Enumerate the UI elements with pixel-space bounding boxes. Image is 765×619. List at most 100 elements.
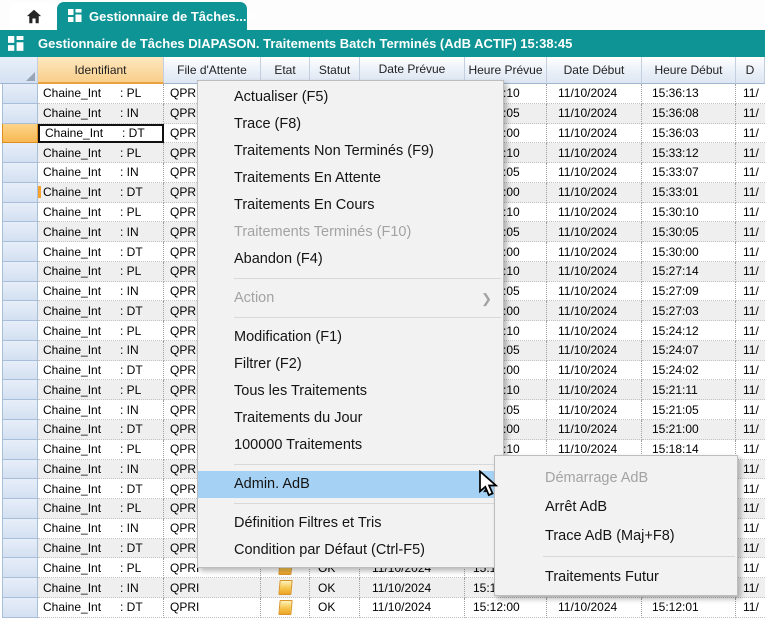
cell-date-fin[interactable]: 11/ <box>736 222 765 242</box>
cell-date-fin[interactable]: 11/ <box>736 440 765 460</box>
row-selector-header[interactable] <box>0 57 38 84</box>
cell-heure-debut[interactable]: 15:27:14 <box>642 262 736 282</box>
cell-identifiant[interactable]: Chaine_Int: DT <box>38 539 164 559</box>
cell-date-debut[interactable]: 11/10/2024 <box>547 361 642 381</box>
menu-item-actualiser-f5[interactable]: Actualiser (F5) <box>198 84 503 111</box>
cell-heure-debut[interactable]: 15:33:12 <box>642 143 736 163</box>
cell-date-fin[interactable]: 11/ <box>736 163 765 183</box>
cell-identifiant[interactable]: Chaine_Int: PL <box>38 321 164 341</box>
cell-identifiant[interactable]: Chaine_Int: PL <box>38 143 164 163</box>
menu-item-traitements-en-cours[interactable]: Traitements En Cours <box>198 192 503 219</box>
row-selector[interactable] <box>2 420 38 440</box>
row-selector[interactable] <box>2 341 38 361</box>
cell-date-debut[interactable]: 11/10/2024 <box>547 262 642 282</box>
menu-item-trace-adb-maj-f8[interactable]: Trace AdB (Maj+F8) <box>495 522 737 551</box>
cell-date-fin[interactable]: 11/ <box>736 539 765 559</box>
cell-date-fin[interactable]: 11/ <box>736 499 765 519</box>
cell-file-attente[interactable]: QPRI <box>164 598 261 618</box>
cell-identifiant[interactable]: Chaine_Int: IN <box>38 400 164 420</box>
cell-identifiant[interactable]: Chaine_Int: PL <box>38 84 164 104</box>
row-selector[interactable] <box>2 203 38 223</box>
cell-heure-debut[interactable]: 15:30:05 <box>642 222 736 242</box>
cell-identifiant[interactable]: Chaine_Int: PL <box>38 203 164 223</box>
close-icon[interactable]: ✕ <box>247 9 257 23</box>
cell-heure-debut[interactable]: 15:21:11 <box>642 380 736 400</box>
cell-date-fin[interactable]: 11/ <box>736 380 765 400</box>
cell-identifiant[interactable]: Chaine_Int: IN <box>38 578 164 598</box>
column-header-heure-d-but[interactable]: Heure Début <box>642 57 736 84</box>
menu-item-traitements-futur[interactable]: Traitements Futur <box>495 563 737 592</box>
cell-date-prevue[interactable]: 11/10/2024 <box>360 578 465 598</box>
cell-date-debut[interactable]: 11/10/2024 <box>547 203 642 223</box>
menu-item-traitements-du-jour[interactable]: Traitements du Jour <box>198 405 503 432</box>
cell-heure-debut[interactable]: 15:33:01 <box>642 183 736 203</box>
cell-date-fin[interactable]: 11/ <box>736 460 765 480</box>
cell-identifiant[interactable]: Chaine_Int: DT <box>38 301 164 321</box>
cell-heure-debut[interactable]: 15:30:10 <box>642 203 736 223</box>
cell-heure-debut[interactable]: 15:24:12 <box>642 321 736 341</box>
row-selector[interactable] <box>2 539 38 559</box>
row-selector[interactable] <box>2 578 38 598</box>
cell-date-debut[interactable]: 11/10/2024 <box>547 104 642 124</box>
cell-date-debut[interactable]: 11/10/2024 <box>547 321 642 341</box>
menu-item-d-finition-filtres-et-tris[interactable]: Définition Filtres et Tris <box>198 510 503 537</box>
cell-date-debut[interactable]: 11/10/2024 <box>547 143 642 163</box>
cell-date-debut[interactable]: 11/10/2024 <box>547 242 642 262</box>
cell-identifiant[interactable]: Chaine_Int: IN <box>38 460 164 480</box>
cell-date-fin[interactable]: 11/ <box>736 420 765 440</box>
row-selector[interactable] <box>2 440 38 460</box>
row-selector[interactable] <box>2 519 38 539</box>
cell-identifiant[interactable]: Chaine_Int: IN <box>38 519 164 539</box>
row-selector[interactable] <box>2 400 38 420</box>
cell-identifiant[interactable]: Chaine_Int: DT <box>38 242 164 262</box>
row-selector[interactable] <box>2 558 38 578</box>
cell-date-fin[interactable]: 11/ <box>736 578 765 598</box>
cell-identifiant[interactable]: Chaine_Int: DT <box>38 124 164 144</box>
row-selector[interactable] <box>2 479 38 499</box>
column-header-identifiant[interactable]: Identifiant <box>38 57 164 84</box>
cell-statut[interactable]: OK <box>310 598 360 618</box>
cell-date-fin[interactable]: 11/ <box>736 124 765 144</box>
cell-date-fin[interactable]: 11/ <box>736 242 765 262</box>
cell-date-debut[interactable]: 11/10/2024 <box>547 420 642 440</box>
cell-date-debut[interactable]: 11/10/2024 <box>547 222 642 242</box>
cell-date-prevue[interactable]: 11/10/2024 <box>360 598 465 618</box>
row-selector[interactable] <box>2 163 38 183</box>
row-selector[interactable] <box>2 124 38 144</box>
cell-date-fin[interactable]: 11/ <box>736 143 765 163</box>
cell-etat[interactable] <box>261 578 310 598</box>
menu-item-100000-traitements[interactable]: 100000 Traitements <box>198 432 503 459</box>
cell-heure-debut[interactable]: 15:36:03 <box>642 124 736 144</box>
cell-date-debut[interactable]: 11/10/2024 <box>547 598 642 618</box>
menu-item-traitements-non-termin-s-f9[interactable]: Traitements Non Terminés (F9) <box>198 138 503 165</box>
column-header-d[interactable]: D <box>736 57 765 84</box>
cell-date-debut[interactable]: 11/10/2024 <box>547 301 642 321</box>
menu-item-filtrer-f2[interactable]: Filtrer (F2) <box>198 351 503 378</box>
cell-identifiant[interactable]: Chaine_Int: PL <box>38 262 164 282</box>
cell-heure-debut[interactable]: 15:33:07 <box>642 163 736 183</box>
table-row[interactable]: Chaine_Int: DTQPRIOK11/10/202415:12:0011… <box>0 598 765 618</box>
cell-date-fin[interactable]: 11/ <box>736 479 765 499</box>
cell-identifiant[interactable]: Chaine_Int: DT <box>38 183 164 203</box>
menu-item-trace-f8[interactable]: Trace (F8) <box>198 111 503 138</box>
row-selector[interactable] <box>2 143 38 163</box>
cell-date-debut[interactable]: 11/10/2024 <box>547 183 642 203</box>
row-selector[interactable] <box>2 282 38 302</box>
menu-item-arr-t-adb[interactable]: Arrêt AdB <box>495 493 737 522</box>
cell-heure-debut[interactable]: 15:36:13 <box>642 84 736 104</box>
menu-item-tous-les-traitements[interactable]: Tous les Traitements <box>198 378 503 405</box>
row-selector[interactable] <box>2 84 38 104</box>
row-selector[interactable] <box>2 361 38 381</box>
cell-statut[interactable]: OK <box>310 578 360 598</box>
cell-heure-debut[interactable]: 15:27:09 <box>642 282 736 302</box>
cell-date-debut[interactable]: 11/10/2024 <box>547 380 642 400</box>
cell-identifiant[interactable]: Chaine_Int: DT <box>38 479 164 499</box>
row-selector[interactable] <box>2 104 38 124</box>
cell-identifiant[interactable]: Chaine_Int: DT <box>38 598 164 618</box>
cell-identifiant[interactable]: Chaine_Int: PL <box>38 380 164 400</box>
cell-date-debut[interactable]: 11/10/2024 <box>547 124 642 144</box>
row-selector[interactable] <box>2 222 38 242</box>
row-selector[interactable] <box>2 598 38 618</box>
cell-date-fin[interactable]: 11/ <box>736 400 765 420</box>
cell-identifiant[interactable]: Chaine_Int: PL <box>38 499 164 519</box>
